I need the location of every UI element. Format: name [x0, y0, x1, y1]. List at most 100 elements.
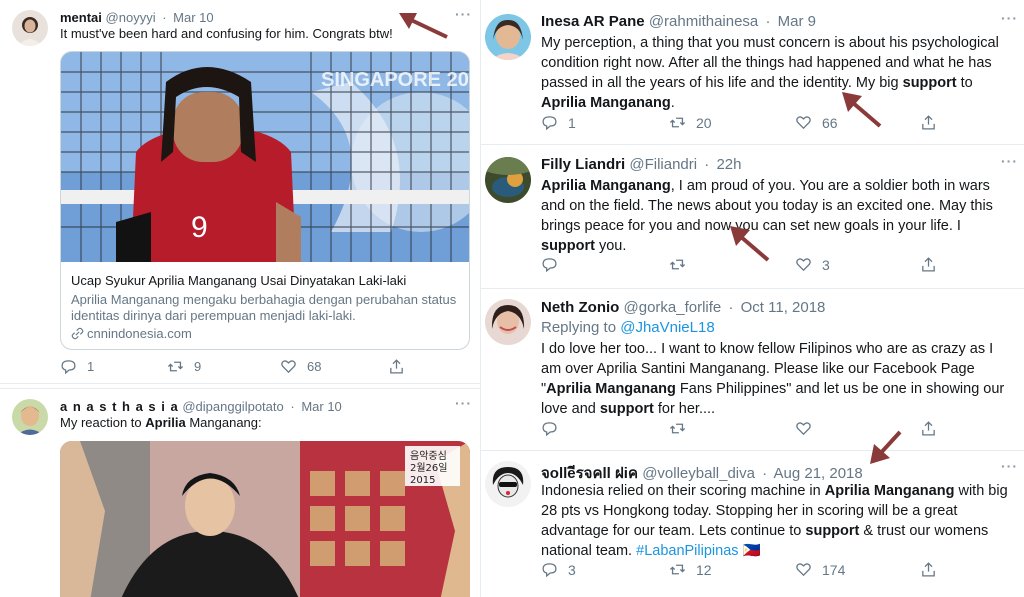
- tweet-text: It must've been hard and confusing for h…: [60, 26, 393, 41]
- hashtag-link[interactable]: #LabanPilipinas: [636, 543, 738, 559]
- reply-button[interactable]: [541, 420, 568, 437]
- user-name[interactable]: a n a s t h a s i a: [60, 399, 179, 414]
- retweet-count: 9: [194, 359, 202, 374]
- user-handle[interactable]: @gorka_forlife: [624, 299, 722, 316]
- like-count: 174: [822, 561, 846, 578]
- like-button[interactable]: [795, 420, 822, 437]
- tweet-anasthasia[interactable]: a n a s t h a s i a @dipanggilpotato · M…: [0, 388, 480, 597]
- user-handle[interactable]: @Filiandri: [629, 156, 697, 173]
- user-handle[interactable]: @noyyyi: [106, 10, 156, 25]
- like-button[interactable]: 174: [795, 561, 845, 578]
- tweet-media[interactable]: 음악중심 2월26일 2015: [60, 441, 470, 597]
- avatar[interactable]: [485, 14, 531, 60]
- reply-button[interactable]: 1: [541, 114, 576, 131]
- share-icon: [922, 115, 935, 130]
- user-name[interactable]: จolleีรจคll ฝiค: [541, 465, 638, 482]
- retweet-button[interactable]: 20: [669, 114, 712, 131]
- heart-icon: [796, 258, 811, 272]
- avatar[interactable]: [485, 299, 531, 345]
- tweet-inesa[interactable]: Inesa AR Pane @rahmithainesa · Mar 9 ···…: [481, 0, 1024, 145]
- reply-button[interactable]: 3: [541, 561, 576, 578]
- tweet-neth[interactable]: Neth Zonio @gorka_forlife · Oct 11, 2018…: [481, 289, 1024, 451]
- user-name[interactable]: Neth Zonio: [541, 299, 619, 316]
- avatar[interactable]: [485, 461, 531, 507]
- tweet-text: My reaction to Aprilia Manganang:: [60, 415, 262, 430]
- tweet-date[interactable]: Mar 10: [301, 399, 341, 414]
- share-icon: [922, 421, 935, 436]
- retweet-button[interactable]: 12: [669, 561, 712, 578]
- more-options-icon[interactable]: ···: [1001, 458, 1018, 474]
- tweet-actions: [541, 420, 1011, 440]
- tweet-header: Neth Zonio @gorka_forlife · Oct 11, 2018: [541, 299, 825, 316]
- share-button[interactable]: [920, 420, 947, 437]
- separator: ·: [728, 299, 734, 316]
- share-button[interactable]: [388, 358, 415, 375]
- replying-handle[interactable]: @JhaVnieL18: [620, 319, 714, 336]
- tweet-actions: 3 12 174: [541, 561, 1011, 581]
- retweet-button[interactable]: 9: [167, 358, 201, 375]
- user-handle[interactable]: @dipanggilpotato: [182, 399, 283, 414]
- like-button[interactable]: 68: [280, 358, 321, 375]
- retweet-icon: [669, 564, 686, 575]
- user-handle[interactable]: @volleyball_diva: [642, 465, 755, 482]
- link-card[interactable]: 9 SINGAPORE 2015 Ucap Syukur Aprilia Man…: [60, 51, 470, 350]
- user-handle[interactable]: @rahmithainesa: [649, 13, 758, 30]
- share-icon: [390, 359, 403, 374]
- avatar[interactable]: [485, 157, 531, 203]
- card-description: Aprilia Manganang mengaku berbahagia den…: [71, 292, 457, 323]
- media-overlay-date: 2월26일: [410, 462, 448, 474]
- user-name[interactable]: mentai: [60, 10, 102, 25]
- jersey-number: 9: [191, 211, 208, 244]
- more-options-icon[interactable]: ···: [455, 395, 472, 411]
- retweet-button[interactable]: [669, 420, 696, 437]
- avatar[interactable]: [12, 10, 48, 46]
- user-name[interactable]: Inesa AR Pane: [541, 13, 645, 30]
- tweet-header: a n a s t h a s i a @dipanggilpotato · M…: [60, 399, 342, 414]
- share-icon: [922, 257, 935, 272]
- reply-button[interactable]: 1: [60, 358, 94, 375]
- heart-icon: [281, 360, 296, 374]
- retweet-icon: [669, 423, 686, 434]
- tweet-header: Filly Liandri @Filiandri · 22h: [541, 156, 741, 173]
- tweet-date[interactable]: Mar 9: [778, 13, 816, 30]
- avatar[interactable]: [12, 399, 48, 435]
- tweet-mentai[interactable]: mentai @noyyyi · Mar 10 ··· It must've b…: [0, 0, 480, 384]
- card-image-caption: SINGAPORE 2015: [321, 69, 469, 91]
- heart-icon: [796, 116, 811, 130]
- link-icon: [71, 327, 84, 340]
- retweet-button[interactable]: [669, 256, 696, 273]
- user-name[interactable]: Filly Liandri: [541, 156, 625, 173]
- like-count: 66: [822, 114, 838, 131]
- tweet-date[interactable]: Mar 10: [173, 10, 213, 25]
- tweet-filly[interactable]: Filly Liandri @Filiandri · 22h ··· April…: [481, 145, 1024, 289]
- share-button[interactable]: [920, 114, 947, 131]
- tweet-date[interactable]: Aug 21, 2018: [774, 465, 863, 482]
- flag-emoji: 🇵🇭: [742, 543, 761, 559]
- share-button[interactable]: [920, 561, 947, 578]
- reply-count: 1: [87, 359, 95, 374]
- card-title: Ucap Syukur Aprilia Manganang Usai Dinya…: [71, 273, 407, 288]
- tweet-date[interactable]: 22h: [716, 156, 741, 173]
- retweet-count: 12: [696, 561, 712, 578]
- more-options-icon[interactable]: ···: [1001, 10, 1018, 26]
- heart-icon: [796, 563, 811, 577]
- more-options-icon[interactable]: ···: [455, 6, 472, 22]
- like-button[interactable]: 3: [795, 256, 830, 273]
- card-image: 9 SINGAPORE 2015: [61, 52, 469, 262]
- reply-icon: [542, 422, 557, 437]
- more-options-icon[interactable]: ···: [1001, 153, 1018, 169]
- reply-count: 3: [568, 561, 576, 578]
- share-icon: [922, 562, 935, 577]
- retweet-icon: [669, 117, 686, 128]
- like-button[interactable]: 66: [795, 114, 838, 131]
- tweet-date[interactable]: Oct 11, 2018: [741, 299, 826, 316]
- tweet-actions: 1 20 66: [541, 114, 1011, 134]
- reply-icon: [542, 258, 557, 273]
- tweet-actions: 1 9 68: [60, 358, 460, 378]
- retweet-count: 20: [696, 114, 712, 131]
- tweet-volleyball-diva[interactable]: จolleีรจคll ฝiค @volleyball_diva · Aug 2…: [481, 451, 1024, 597]
- card-domain: cnnindonesia.com: [71, 326, 459, 341]
- reply-count: 1: [568, 114, 576, 131]
- reply-button[interactable]: [541, 256, 568, 273]
- share-button[interactable]: [920, 256, 947, 273]
